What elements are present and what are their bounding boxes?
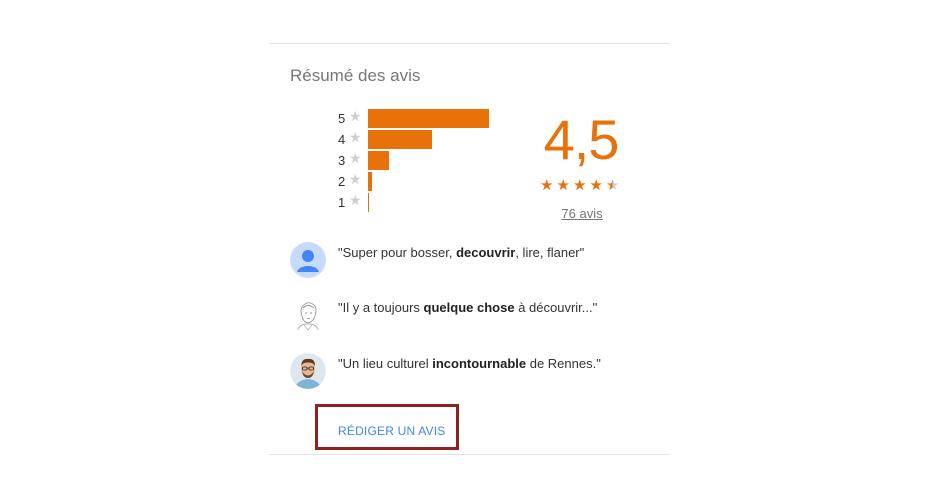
review-snippet-text: "Super pour bosser, decouvrir, lire, fla… [338, 245, 585, 260]
rating-star-icon: ★ [540, 177, 554, 194]
histogram-star-label: 4 [338, 132, 346, 147]
histogram-bar [368, 130, 432, 149]
bottom-divider [269, 454, 670, 455]
sketch-portrait-avatar-icon [290, 297, 326, 333]
rating-star-icon: ★ [606, 177, 620, 194]
star-icon: ★ [349, 192, 362, 208]
average-rating: 4,5 [543, 108, 620, 171]
star-icon: ★ [349, 150, 362, 166]
photo-portrait-avatar-icon [290, 353, 326, 389]
review-snippet-text: "Il y a toujours quelque chose à découvr… [338, 300, 598, 315]
histogram-bar [368, 109, 489, 128]
histogram-bar [368, 193, 369, 212]
star-icon: ★ [349, 129, 362, 145]
default-user-avatar-icon [290, 242, 326, 278]
histogram-star-label: 2 [338, 174, 346, 189]
rating-star-icon: ★ [556, 177, 570, 194]
top-divider [269, 43, 670, 44]
histogram-bar [368, 151, 389, 170]
histogram-star-label: 3 [338, 153, 346, 168]
histogram-star-label: 5 [338, 111, 346, 126]
star-icon: ★ [349, 171, 362, 187]
histogram-star-label: 1 [338, 195, 346, 210]
write-review-button[interactable]: RÉDIGER UN AVIS [338, 424, 445, 438]
rating-star-icon: ★ [573, 177, 587, 194]
reviews-count-link[interactable]: 76 avis [540, 206, 624, 221]
rating-star-icon: ★ [589, 177, 603, 194]
review-snippet-text: "Un lieu culturel incontournable de Renn… [338, 356, 601, 371]
histogram-bar [368, 172, 372, 191]
star-icon: ★ [349, 108, 362, 124]
reviews-summary-title: Résumé des avis [290, 66, 421, 85]
